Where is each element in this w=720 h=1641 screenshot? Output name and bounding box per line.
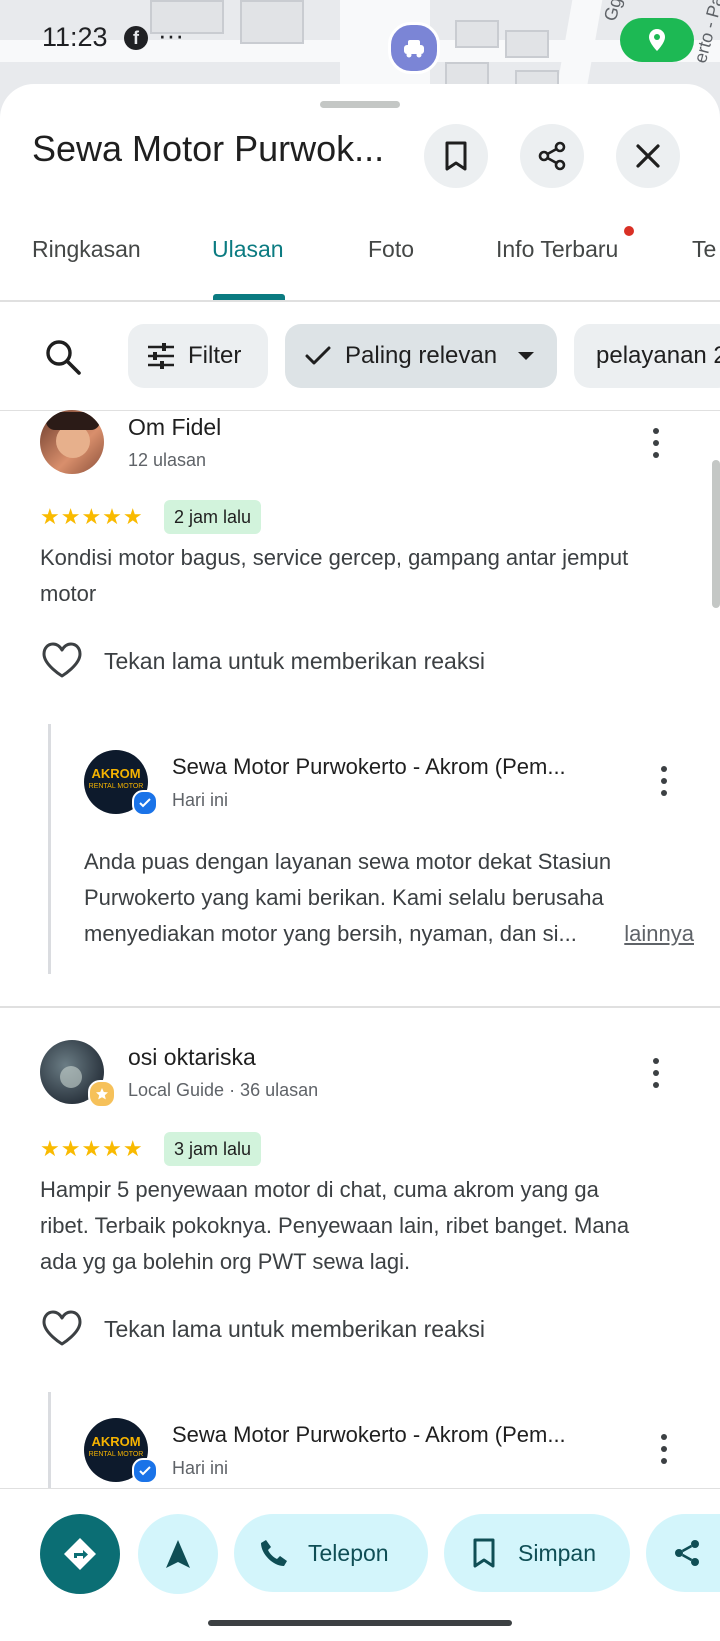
heart-icon xyxy=(42,642,82,678)
review-text-line: Kondisi motor bagus, service gercep, gam… xyxy=(40,545,629,570)
map-street-label: Gg. M xyxy=(600,0,633,23)
owner-reply-name[interactable]: Sewa Motor Purwokerto - Akrom (Pem... xyxy=(172,754,566,780)
react-label[interactable]: Tekan lama untuk memberikan reaksi xyxy=(104,648,485,675)
share-icon xyxy=(675,1540,699,1566)
reply-indent-bar xyxy=(48,724,51,974)
owner-reply-text: Anda puas dengan layanan sewa motor deka… xyxy=(84,844,694,952)
review-more-options[interactable] xyxy=(652,1058,660,1088)
read-more-link[interactable]: lainnya xyxy=(624,916,694,952)
owner-logo-brand: AKROM xyxy=(91,766,141,781)
review-more-options[interactable] xyxy=(652,428,660,458)
review-text: Kondisi motor bagus, service gercep, gam… xyxy=(40,540,690,612)
filters-divider xyxy=(0,410,720,411)
reviewer-name[interactable]: osi oktariska xyxy=(128,1044,256,1071)
share-button[interactable] xyxy=(646,1514,720,1592)
location-pin-icon[interactable] xyxy=(620,18,694,62)
reply-text-line: Anda puas dengan layanan sewa motor deka… xyxy=(84,849,612,874)
save-label: Simpan xyxy=(518,1539,596,1566)
directions-button[interactable] xyxy=(40,1514,120,1594)
new-info-dot xyxy=(624,226,634,236)
filter-chip[interactable]: Filter xyxy=(128,324,268,388)
tab-ringkasan[interactable]: Ringkasan xyxy=(32,236,141,263)
owner-logo-sub: RENTAL MOTOR xyxy=(88,783,144,790)
scrollbar[interactable] xyxy=(712,460,720,608)
tab-ulasan[interactable]: Ulasan xyxy=(212,236,284,263)
call-label: Telepon xyxy=(308,1539,389,1566)
place-title: Sewa Motor Purwok... xyxy=(32,128,385,169)
heart-icon xyxy=(42,1310,82,1346)
reply-text-line: Purwokerto yang kami berikan. Kami selal… xyxy=(84,885,604,910)
review-time-badge: 3 jam lalu xyxy=(164,1132,262,1166)
facebook-icon: f xyxy=(124,26,148,50)
car-marker-icon[interactable] xyxy=(388,22,440,74)
owner-reply-time: Hari ini xyxy=(172,790,229,810)
owner-logo-sub: RENTAL MOTOR xyxy=(88,1451,144,1458)
bookmark-icon xyxy=(445,141,467,171)
review-text: Hampir 5 penyewaan motor di chat, cuma a… xyxy=(40,1172,700,1280)
filter-chip-label: Filter xyxy=(188,342,242,369)
owner-reply-name[interactable]: Sewa Motor Purwokerto - Akrom (Pem... xyxy=(172,1422,566,1448)
tab-foto[interactable]: Foto xyxy=(368,236,414,263)
search-icon xyxy=(46,340,81,375)
review-text-line: ada yg ga bolehin org PWT sewa lagi. xyxy=(40,1249,411,1274)
reviewer-meta: 12 ulasan xyxy=(128,450,207,470)
reviewer-name[interactable]: Om Fidel xyxy=(128,414,221,441)
react-label[interactable]: Tekan lama untuk memberikan reaksi xyxy=(104,1316,485,1343)
sort-chip[interactable]: Paling relevan xyxy=(285,324,557,388)
reviewer-avatar[interactable] xyxy=(40,410,104,474)
drag-handle[interactable] xyxy=(320,101,400,108)
call-button[interactable]: Telepon xyxy=(234,1514,428,1592)
reviewer-meta: Local Guide · 36 ulasan xyxy=(128,1080,319,1100)
reply-indent-bar xyxy=(48,1392,51,1488)
navigation-arrow-icon xyxy=(166,1540,190,1568)
react-heart-button[interactable] xyxy=(40,640,84,685)
tab-more[interactable]: Te xyxy=(692,236,716,263)
sort-chip-label: Paling relevan xyxy=(345,342,498,369)
review-time-badge: 2 jam lalu xyxy=(164,500,262,534)
share-icon xyxy=(538,141,566,171)
topic-chip-label: pelayanan 2 xyxy=(596,342,720,369)
owner-logo-brand: AKROM xyxy=(91,1434,141,1449)
bookmark-icon xyxy=(473,1538,495,1568)
reply-more-options[interactable] xyxy=(660,1434,668,1464)
status-time: 11:23 xyxy=(42,22,108,52)
close-icon xyxy=(636,144,660,168)
tabs-divider xyxy=(0,300,720,302)
star-rating: ★★★★★ xyxy=(40,504,144,529)
review-divider xyxy=(0,1006,720,1008)
dropdown-arrow-icon xyxy=(518,352,535,360)
verified-badge-icon xyxy=(132,790,158,816)
review-text-line: ribet. Terbaik pokoknya. Penyewaan lain,… xyxy=(40,1213,630,1238)
phone-icon xyxy=(261,1540,287,1566)
share-place-button[interactable] xyxy=(520,124,584,188)
save-button[interactable]: Simpan xyxy=(444,1514,630,1592)
home-gesture-bar[interactable] xyxy=(208,1620,512,1626)
review-text-line: Hampir 5 penyewaan motor di chat, cuma a… xyxy=(40,1177,599,1202)
tab-info-terbaru[interactable]: Info Terbaru xyxy=(496,236,618,263)
check-icon xyxy=(305,346,331,365)
star-rating: ★★★★★ xyxy=(40,1136,144,1161)
review-text-line: motor xyxy=(40,581,97,606)
reply-text-line: menyediakan motor yang bersih, nyaman, d… xyxy=(84,921,577,946)
react-heart-button[interactable] xyxy=(40,1308,84,1353)
filter-sliders-icon xyxy=(148,343,174,369)
topic-chip-pelayanan[interactable]: pelayanan 2 xyxy=(574,324,720,388)
directions-icon xyxy=(64,1538,96,1570)
owner-reply-time: Hari ini xyxy=(172,1458,229,1478)
verified-badge-icon xyxy=(132,1458,158,1484)
search-reviews-button[interactable] xyxy=(40,334,86,380)
close-button[interactable] xyxy=(616,124,680,188)
save-place-button[interactable] xyxy=(424,124,488,188)
local-guide-badge-icon xyxy=(88,1080,116,1108)
reply-more-options[interactable] xyxy=(660,766,668,796)
start-navigation-button[interactable] xyxy=(138,1514,218,1594)
status-more-icon: ··· xyxy=(158,20,184,50)
